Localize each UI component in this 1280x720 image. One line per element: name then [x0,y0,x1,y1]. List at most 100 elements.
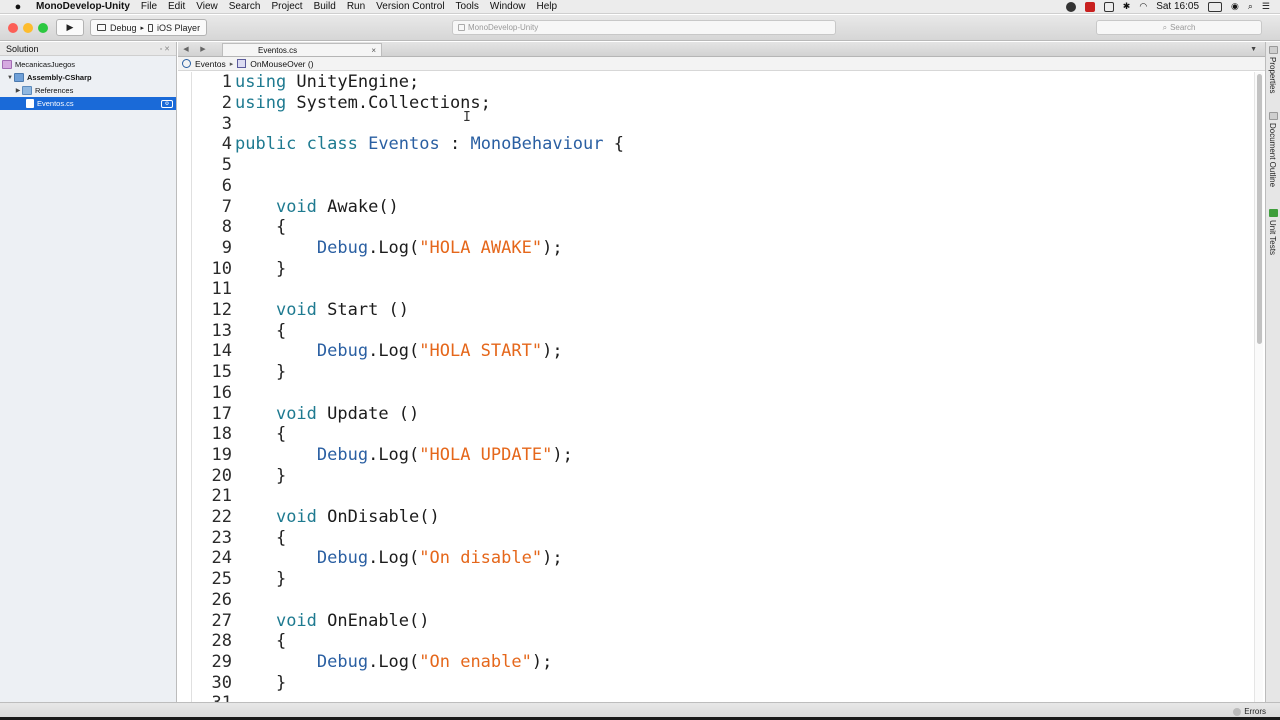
menu-run[interactable]: Run [347,1,365,12]
code-token: } [235,569,287,590]
code-text: Debug.Log("HOLA START"); [235,341,563,361]
code-line[interactable]: 10 } [178,258,287,279]
minimize-window-icon[interactable] [23,22,33,33]
menubar-clock[interactable]: Sat 16:05 [1156,1,1199,12]
creative-cloud-icon[interactable] [1065,1,1076,12]
zoom-window-icon[interactable] [38,22,48,33]
code-text: } [235,466,286,486]
expand-arrow-icon[interactable]: ▼ [6,75,14,81]
code-editor[interactable]: 1 using UnityEngine; 2 using System.Collect… [178,72,1253,702]
code-line[interactable]: 12 void Start () [178,300,410,321]
apple-menu-icon[interactable]: ● [0,1,36,13]
menu-search[interactable]: Search [229,1,261,12]
code-line[interactable]: 2 using System.Collections; [178,93,491,114]
code-line[interactable]: 20 } [178,465,287,486]
pane-options-icon[interactable]: ▫ ✕ [160,45,170,53]
bluetooth-icon[interactable]: ✱ [1123,1,1131,12]
tree-item-eventos-cs[interactable]: Eventos.cs ⚙ [0,97,176,110]
tab-close-icon[interactable]: × [371,46,376,55]
code-line[interactable]: 6 [178,176,235,197]
battery-icon[interactable] [1208,1,1223,12]
code-line[interactable]: 18 { [178,424,287,445]
user-icon[interactable]: ◉ [1231,1,1239,12]
status-area: MonoDevelop-Unity [452,20,836,35]
dock-unit-tests[interactable]: Unit Tests [1268,220,1277,255]
menu-window[interactable]: Window [490,1,526,12]
menu-view[interactable]: View [196,1,218,12]
tree-item-assembly[interactable]: ▼ Assembly-CSharp [0,71,176,84]
notification-center-icon[interactable]: ☰ [1262,1,1270,12]
close-window-icon[interactable] [8,22,18,33]
run-button[interactable]: ▶ [56,19,84,36]
tab-forward-icon[interactable]: ▶ [198,45,208,53]
code-line[interactable]: 27 void OnEnable() [178,610,430,631]
tab-back-icon[interactable]: ◀ [181,45,191,53]
code-line[interactable]: 4 public class Eventos : MonoBehaviour { [178,134,624,155]
menu-file[interactable]: File [141,1,157,12]
menu-build[interactable]: Build [314,1,336,12]
code-token: .Log( [368,444,420,465]
code-line[interactable]: 29 Debug.Log("On enable"); [178,651,553,673]
line-number: 28 [211,631,232,652]
menu-version-control[interactable]: Version Control [376,1,444,12]
code-token: .Log( [368,651,420,672]
breadcrumb-member[interactable]: OnMouseOver () [250,59,313,69]
code-line[interactable]: 7 void Awake() [178,196,399,217]
configuration-selector[interactable]: Debug ▸ iOS Player [90,19,208,36]
code-line[interactable]: 16 [178,383,235,404]
airplay-icon[interactable] [1103,1,1114,12]
code-line[interactable]: 31 [178,693,235,702]
code-line[interactable]: 8 { [178,217,286,238]
line-number: 18 [211,424,232,445]
menu-project[interactable]: Project [271,1,302,12]
tab-list-icon[interactable]: ▼ [1250,46,1257,53]
error-icon [1233,707,1242,716]
breadcrumb-class[interactable]: Eventos [195,59,226,69]
window-title: MonoDevelop-Unity [468,23,539,32]
recording-icon[interactable] [1084,1,1095,12]
code-line[interactable]: 17 void Update () [178,403,420,424]
code-line[interactable]: 30 } [178,672,287,693]
code-line[interactable]: 28 { [178,631,287,652]
menu-help[interactable]: Help [536,1,557,12]
code-line[interactable]: 15 } [178,362,287,383]
code-line[interactable]: 21 [178,486,235,507]
document-outline-icon [1269,112,1278,120]
collapse-arrow-icon[interactable]: ▶ [14,87,22,94]
code-line[interactable]: 26 [178,590,235,611]
code-line[interactable]: 1 using UnityEngine; [178,72,420,93]
tree-item-references[interactable]: ▶ References [0,84,176,97]
code-line[interactable]: 22 void OnDisable() [178,507,440,528]
wifi-icon[interactable]: ◠ [1139,1,1147,12]
code-token: MonoBehaviour [470,134,604,155]
code-line[interactable]: 19 Debug.Log("HOLA UPDATE"); [178,445,573,466]
right-dock: Properties Document Outline Unit Tests [1265,42,1280,702]
code-line[interactable]: 9 Debug.Log("HOLA AWAKE"); [178,238,563,259]
file-options-icon[interactable]: ⚙ [161,99,173,108]
code-line[interactable]: 24 Debug.Log("On disable"); [178,548,563,569]
line-number: 23 [211,527,232,548]
code-line[interactable]: 25 } [178,569,287,590]
dock-document-outline[interactable]: Document Outline [1268,123,1277,187]
spotlight-icon[interactable]: ⌕ [1248,1,1253,12]
tab-eventos-cs[interactable]: Eventos.cs × [222,43,382,56]
code-line[interactable]: 3 [178,113,235,134]
errors-pad-button[interactable]: Errors [1233,707,1266,716]
code-line[interactable]: 13 { [178,320,287,341]
menu-tools[interactable]: Tools [456,1,479,12]
vertical-scrollbar[interactable] [1254,72,1263,702]
tree-item-solution[interactable]: MecanicasJuegos [0,58,176,71]
code-line[interactable]: 5 [178,155,235,176]
code-line[interactable]: 14 Debug.Log("HOLA START"); [178,341,563,362]
code-token: void [275,300,317,321]
menu-edit[interactable]: Edit [168,1,185,12]
line-number: 30 [211,672,232,693]
scrollbar-thumb[interactable] [1257,74,1262,344]
dock-properties[interactable]: Properties [1268,57,1277,93]
code-line[interactable]: 23 { [178,527,287,548]
search-field[interactable]: ⌕ Search [1096,20,1262,35]
code-line[interactable]: 11 [178,279,235,300]
app-menu[interactable]: MonoDevelop-Unity [36,1,130,12]
